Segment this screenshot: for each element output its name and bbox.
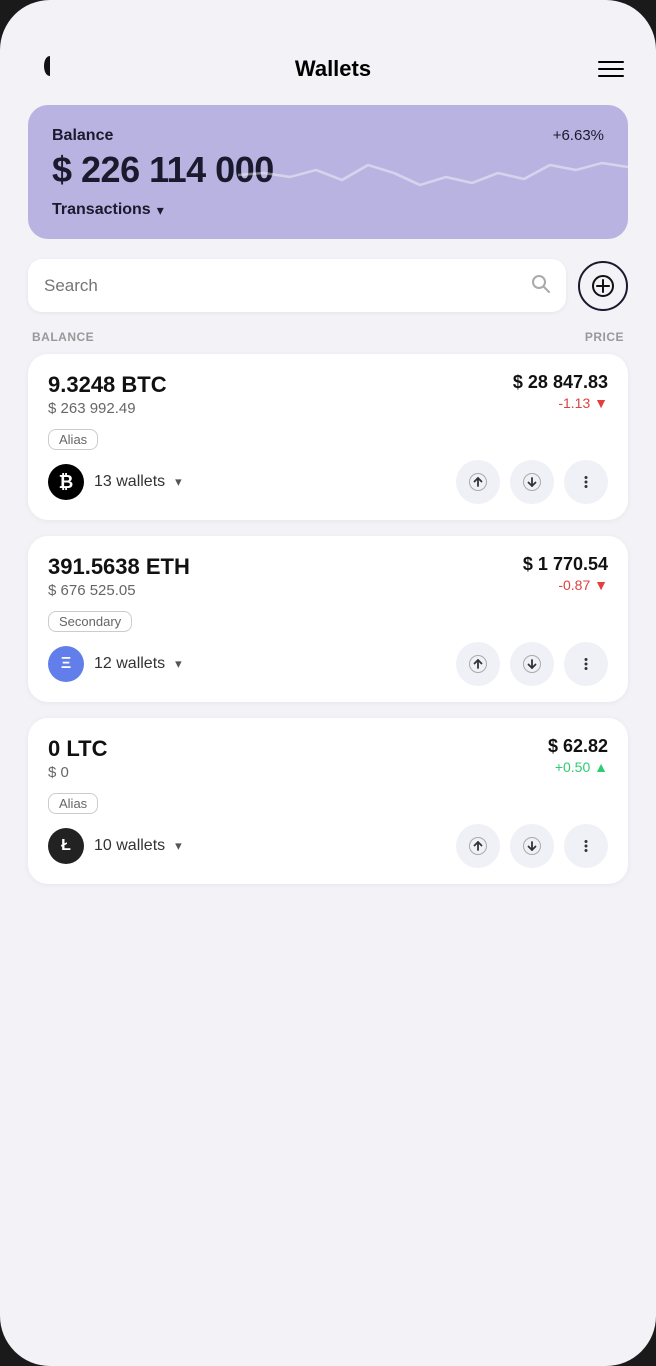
- asset-top-ltc: 0 LTC $ 0 $ 62.82 +0.50 ▲: [48, 736, 608, 781]
- asset-card-ltc: 0 LTC $ 0 $ 62.82 +0.50 ▲ Alias Ł 10 wal…: [28, 718, 628, 884]
- header: Wallets: [28, 40, 628, 105]
- alias-tag-eth: Secondary: [48, 611, 132, 632]
- more-button-btc[interactable]: [564, 460, 608, 504]
- wallet-info-eth[interactable]: Ξ 12 wallets ▾: [48, 646, 182, 682]
- search-box: [28, 259, 566, 312]
- asset-usd-ltc: $ 0: [48, 764, 107, 781]
- receive-button-eth[interactable]: [510, 642, 554, 686]
- asset-price-col-eth: $ 1 770.54 -0.87 ▼: [523, 554, 608, 593]
- column-headers: BALANCE PRICE: [28, 330, 628, 354]
- asset-top-btc: 9.3248 BTC $ 263 992.49 $ 28 847.83 -1.1…: [48, 372, 608, 417]
- action-buttons-ltc: [456, 824, 608, 868]
- asset-left-btc: 9.3248 BTC $ 263 992.49: [48, 372, 167, 417]
- search-input[interactable]: [44, 276, 520, 296]
- asset-bottom-btc: ₿ 13 wallets ▾: [48, 460, 608, 504]
- asset-change-eth: -0.87 ▼: [523, 577, 608, 593]
- asset-left-eth: 391.5638 ETH $ 676 525.05: [48, 554, 190, 599]
- transactions-chevron-icon: ▾: [157, 202, 164, 219]
- wallet-chevron-ltc: ▾: [175, 838, 182, 854]
- asset-price-col-ltc: $ 62.82 +0.50 ▲: [548, 736, 608, 775]
- wallet-count-ltc: 10 wallets: [94, 837, 165, 855]
- wallet-info-ltc[interactable]: Ł 10 wallets ▾: [48, 828, 182, 864]
- asset-bottom-eth: Ξ 12 wallets ▾: [48, 642, 608, 686]
- asset-amount-btc: 9.3248 BTC: [48, 372, 167, 398]
- send-button-btc[interactable]: [456, 460, 500, 504]
- asset-usd-btc: $ 263 992.49: [48, 400, 167, 417]
- more-button-ltc[interactable]: [564, 824, 608, 868]
- asset-top-eth: 391.5638 ETH $ 676 525.05 $ 1 770.54 -0.…: [48, 554, 608, 599]
- asset-usd-eth: $ 676 525.05: [48, 582, 190, 599]
- wallet-info-btc[interactable]: ₿ 13 wallets ▾: [48, 464, 182, 500]
- asset-change-ltc: +0.50 ▲: [548, 759, 608, 775]
- alias-tag-ltc: Alias: [48, 793, 98, 814]
- asset-card-btc: 9.3248 BTC $ 263 992.49 $ 28 847.83 -1.1…: [28, 354, 628, 520]
- page-title: Wallets: [295, 56, 371, 82]
- asset-left-ltc: 0 LTC $ 0: [48, 736, 107, 781]
- more-button-eth[interactable]: [564, 642, 608, 686]
- logo-icon: [32, 48, 68, 89]
- receive-button-btc[interactable]: [510, 460, 554, 504]
- action-buttons-btc: [456, 460, 608, 504]
- eth-icon: Ξ: [48, 646, 84, 682]
- asset-amount-eth: 391.5638 ETH: [48, 554, 190, 580]
- asset-price-btc: $ 28 847.83: [513, 372, 608, 393]
- transactions-row[interactable]: Transactions ▾: [52, 201, 604, 219]
- send-button-ltc[interactable]: [456, 824, 500, 868]
- asset-price-eth: $ 1 770.54: [523, 554, 608, 575]
- ltc-icon: Ł: [48, 828, 84, 864]
- wallet-count-btc: 13 wallets: [94, 473, 165, 491]
- wallet-chevron-btc: ▾: [175, 474, 182, 490]
- send-button-eth[interactable]: [456, 642, 500, 686]
- phone-frame: Wallets Balance $ 226 114 000 +6.63% Tra…: [0, 0, 656, 1366]
- asset-bottom-ltc: Ł 10 wallets ▾: [48, 824, 608, 868]
- asset-price-col-btc: $ 28 847.83 -1.13 ▼: [513, 372, 608, 411]
- balance-column-header: BALANCE: [32, 330, 94, 344]
- transactions-label: Transactions: [52, 201, 151, 219]
- wallet-count-eth: 12 wallets: [94, 655, 165, 673]
- asset-card-eth: 391.5638 ETH $ 676 525.05 $ 1 770.54 -0.…: [28, 536, 628, 702]
- receive-button-ltc[interactable]: [510, 824, 554, 868]
- asset-change-btc: -1.13 ▼: [513, 395, 608, 411]
- add-wallet-button[interactable]: [578, 261, 628, 311]
- search-icon: [530, 273, 550, 298]
- asset-price-ltc: $ 62.82: [548, 736, 608, 757]
- wallet-chevron-eth: ▾: [175, 656, 182, 672]
- asset-amount-ltc: 0 LTC: [48, 736, 107, 762]
- price-column-header: PRICE: [585, 330, 624, 344]
- menu-button[interactable]: [598, 61, 624, 77]
- search-row: [28, 259, 628, 312]
- balance-card: Balance $ 226 114 000 +6.63% Transaction…: [28, 105, 628, 239]
- alias-tag-btc: Alias: [48, 429, 98, 450]
- btc-icon: ₿: [48, 464, 84, 500]
- action-buttons-eth: [456, 642, 608, 686]
